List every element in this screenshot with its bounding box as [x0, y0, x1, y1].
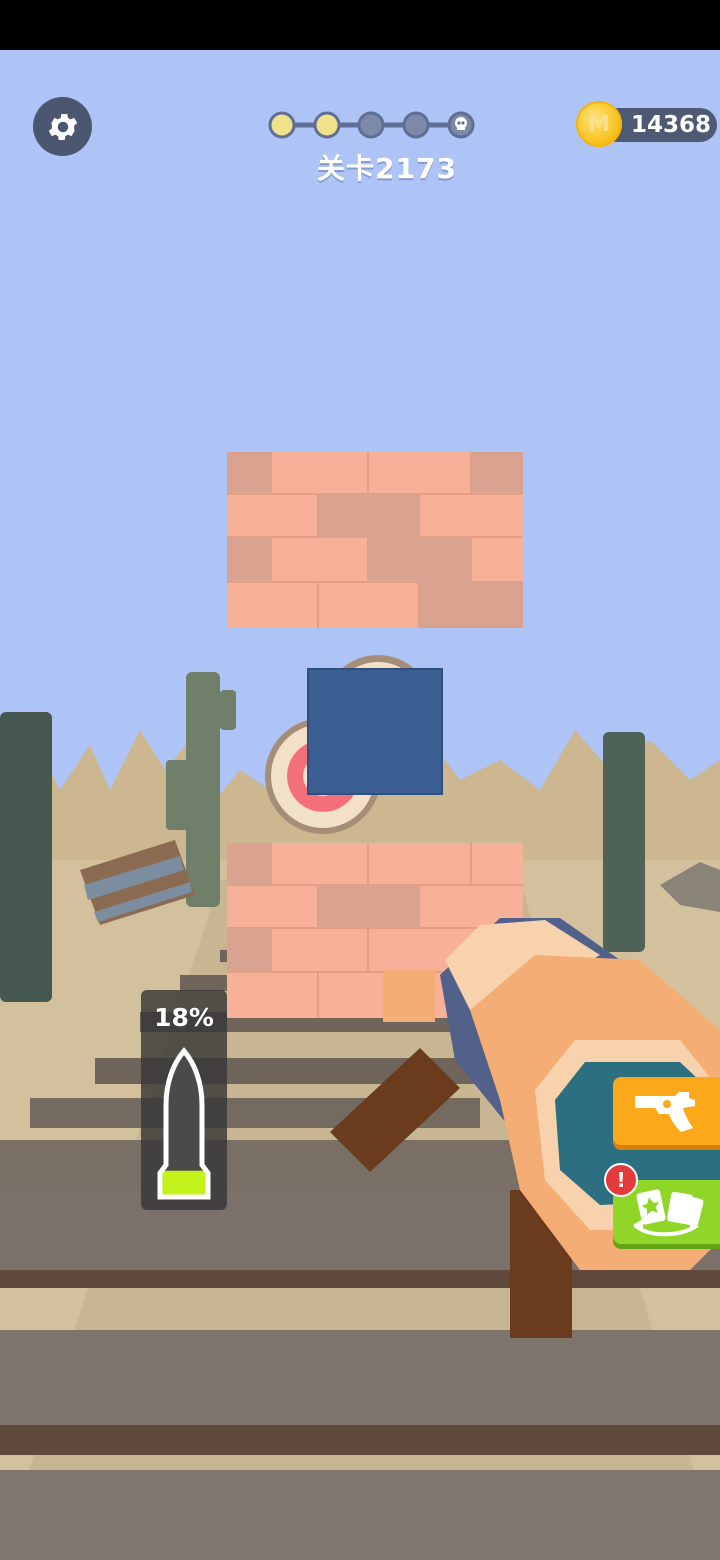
ammo-percent: 18% [154, 1003, 214, 1032]
bullet-icon [157, 1047, 211, 1200]
level-label: 关卡2173 [317, 152, 457, 185]
cards-swap-icon [632, 1189, 703, 1237]
brick-wall-top [227, 452, 523, 628]
weapon-button[interactable] [613, 1077, 720, 1145]
cards-alert-badge: ! [604, 1163, 638, 1197]
stage-dot-2 [313, 111, 341, 139]
stage-dot-3 [357, 111, 385, 139]
stage-dot-4 [402, 111, 430, 139]
status-bar [0, 0, 720, 50]
coin-symbol: M [588, 111, 610, 137]
game-scene[interactable] [0, 50, 720, 1560]
cactus-right [603, 732, 645, 952]
stage-dot-1 [268, 111, 296, 139]
stage-progress [268, 111, 475, 139]
gear-icon [48, 113, 77, 140]
coin-amount: 14368 [630, 112, 712, 138]
cactus-left [0, 712, 52, 1002]
blue-block [307, 668, 443, 795]
settings-button[interactable] [33, 97, 92, 156]
coin-icon: M [576, 101, 622, 147]
revolver-icon [634, 1092, 695, 1132]
